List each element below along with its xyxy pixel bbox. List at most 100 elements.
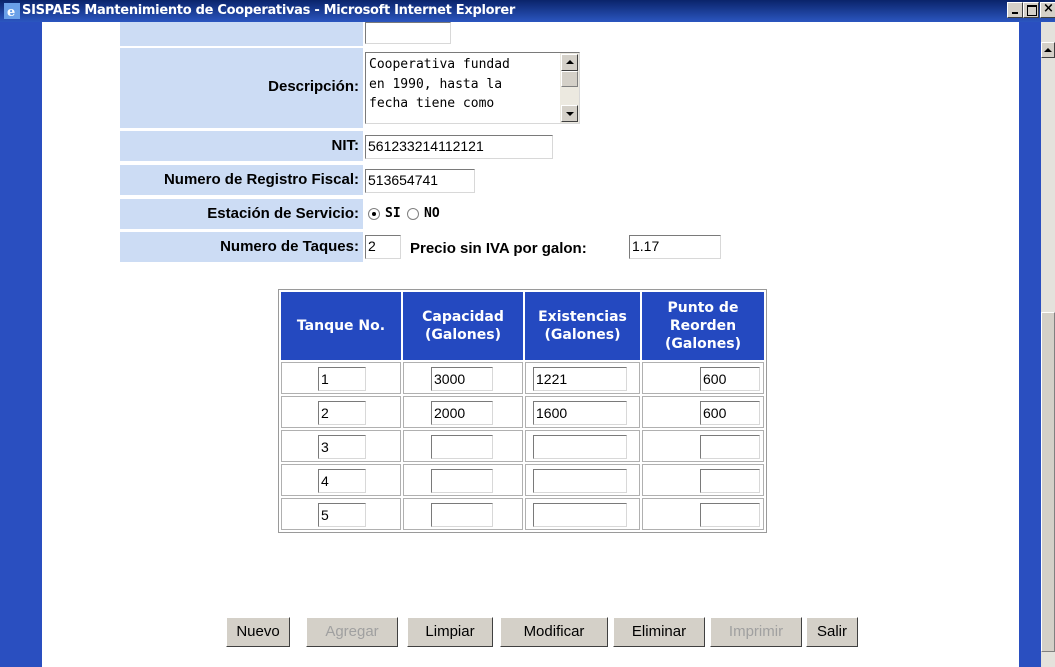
existencias-cell: 1600: [525, 396, 640, 428]
arrow-up-icon: [1044, 48, 1052, 52]
minimize-icon: [1012, 12, 1018, 14]
reorden-input[interactable]: 600: [700, 367, 760, 391]
scrolled-off-field[interactable]: [365, 22, 451, 44]
right-page-border: [1019, 22, 1041, 667]
modificar-button[interactable]: Modificar: [500, 617, 608, 647]
estacion-si-label: SI: [385, 206, 401, 221]
header-capacidad: Capacidad (Galones): [403, 292, 523, 360]
nit-input[interactable]: 561233214112121: [365, 135, 553, 159]
estacion-servicio-label-cell: Estación de Servicio:: [120, 199, 363, 229]
registro-fiscal-input[interactable]: 513654741: [365, 169, 475, 193]
radio-selected-dot: [372, 212, 376, 216]
maximize-icon: [1027, 5, 1037, 16]
estacion-no-radio[interactable]: [407, 208, 419, 220]
limpiar-button[interactable]: Limpiar: [407, 617, 493, 647]
reorden-input[interactable]: [700, 435, 760, 459]
reorden-cell: [642, 498, 764, 530]
numero-tanques-label: Numero de Taques:: [220, 238, 359, 255]
tanque-input[interactable]: 1: [318, 367, 366, 391]
estacion-no-label: NO: [424, 206, 440, 221]
descripcion-scroll-thumb[interactable]: [561, 71, 578, 87]
capacidad-input[interactable]: [431, 469, 493, 493]
capacidad-cell: 2000: [403, 396, 523, 428]
registro-fiscal-label: Numero de Registro Fiscal:: [163, 171, 359, 188]
descripcion-scroll-down[interactable]: [561, 105, 578, 122]
arrow-up-icon: [566, 60, 574, 64]
tanque-input[interactable]: 2: [318, 401, 366, 425]
agregar-button[interactable]: Agregar: [306, 617, 398, 647]
numero-tanques-label-cell: Numero de Taques:: [120, 232, 363, 262]
descripcion-scrollbar[interactable]: [560, 53, 579, 123]
table-row: 3: [281, 430, 764, 462]
existencias-cell: [525, 430, 640, 462]
scrolled-off-label: [120, 22, 363, 46]
window-title-bar: e SISPAES Mantenimiento de Cooperativas …: [0, 0, 1055, 22]
existencias-input[interactable]: [533, 503, 627, 527]
salir-button[interactable]: Salir: [806, 617, 858, 647]
tanque-cell: 2: [281, 396, 401, 428]
existencias-input[interactable]: [533, 435, 627, 459]
tanque-cell: 3: [281, 430, 401, 462]
scrollbar-thumb[interactable]: [1041, 312, 1055, 652]
existencias-input[interactable]: [533, 469, 627, 493]
minimize-button[interactable]: [1007, 2, 1023, 18]
estacion-servicio-label: Estación de Servicio:: [207, 205, 359, 222]
precio-sin-iva-input[interactable]: 1.17: [629, 235, 721, 259]
capacidad-input[interactable]: [431, 435, 493, 459]
reorden-cell: [642, 430, 764, 462]
table-row: 2 2000 1600 600: [281, 396, 764, 428]
estacion-si-radio[interactable]: [368, 208, 380, 220]
reorden-input[interactable]: 600: [700, 401, 760, 425]
registro-fiscal-label-cell: Numero de Registro Fiscal:: [120, 165, 363, 195]
descripcion-scroll-up[interactable]: [561, 54, 578, 71]
table-row: 5: [281, 498, 764, 530]
existencias-cell: 1221: [525, 362, 640, 394]
capacidad-cell: [403, 498, 523, 530]
existencias-input[interactable]: 1221: [533, 367, 627, 391]
window-title: SISPAES Mantenimiento de Cooperativas - …: [22, 3, 515, 18]
nit-label: NIT:: [331, 137, 360, 154]
tanks-table: Tanque No. Capacidad (Galones) Existenci…: [278, 289, 767, 533]
eliminar-button[interactable]: Eliminar: [613, 617, 705, 647]
nuevo-button[interactable]: Nuevo: [226, 617, 290, 647]
vertical-scrollbar[interactable]: [1041, 22, 1055, 667]
descripcion-label-cell: Descripción:: [120, 48, 363, 128]
header-tanque: Tanque No.: [281, 292, 401, 360]
internet-explorer-icon: e: [4, 3, 20, 19]
descripcion-textarea[interactable]: Cooperativa fundad en 1990, hasta la fec…: [365, 52, 580, 124]
tanks-table-header: Tanque No. Capacidad (Galones) Existenci…: [281, 292, 764, 360]
numero-tanques-input[interactable]: 2: [365, 235, 401, 259]
capacidad-input[interactable]: 3000: [431, 367, 493, 391]
descripcion-text: Cooperativa fundad en 1990, hasta la fec…: [369, 57, 510, 111]
existencias-input[interactable]: 1600: [533, 401, 627, 425]
reorden-input[interactable]: [700, 469, 760, 493]
nit-label-cell: NIT:: [120, 131, 363, 161]
tanque-input[interactable]: 5: [318, 503, 366, 527]
capacidad-cell: 3000: [403, 362, 523, 394]
header-existencias: Existencias (Galones): [525, 292, 640, 360]
tanque-input[interactable]: 3: [318, 435, 366, 459]
table-row: 1 3000 1221 600: [281, 362, 764, 394]
capacidad-cell: [403, 464, 523, 496]
descripcion-label: Descripción:: [268, 78, 359, 95]
close-icon: ×: [1043, 1, 1054, 16]
svg-text:e: e: [7, 5, 15, 19]
capacidad-cell: [403, 430, 523, 462]
maximize-button[interactable]: [1023, 2, 1039, 18]
window-controls: ×: [1007, 1, 1055, 20]
capacidad-input[interactable]: 2000: [431, 401, 493, 425]
arrow-down-icon: [566, 112, 574, 116]
capacidad-input[interactable]: [431, 503, 493, 527]
scroll-up-button[interactable]: [1041, 42, 1055, 58]
close-button[interactable]: ×: [1040, 1, 1055, 18]
reorden-cell: 600: [642, 396, 764, 428]
tanque-cell: 5: [281, 498, 401, 530]
tanque-input[interactable]: 4: [318, 469, 366, 493]
existencias-cell: [525, 464, 640, 496]
reorden-cell: [642, 464, 764, 496]
left-page-border: [0, 22, 42, 667]
reorden-input[interactable]: [700, 503, 760, 527]
imprimir-button[interactable]: Imprimir: [710, 617, 802, 647]
tanque-cell: 4: [281, 464, 401, 496]
existencias-cell: [525, 498, 640, 530]
